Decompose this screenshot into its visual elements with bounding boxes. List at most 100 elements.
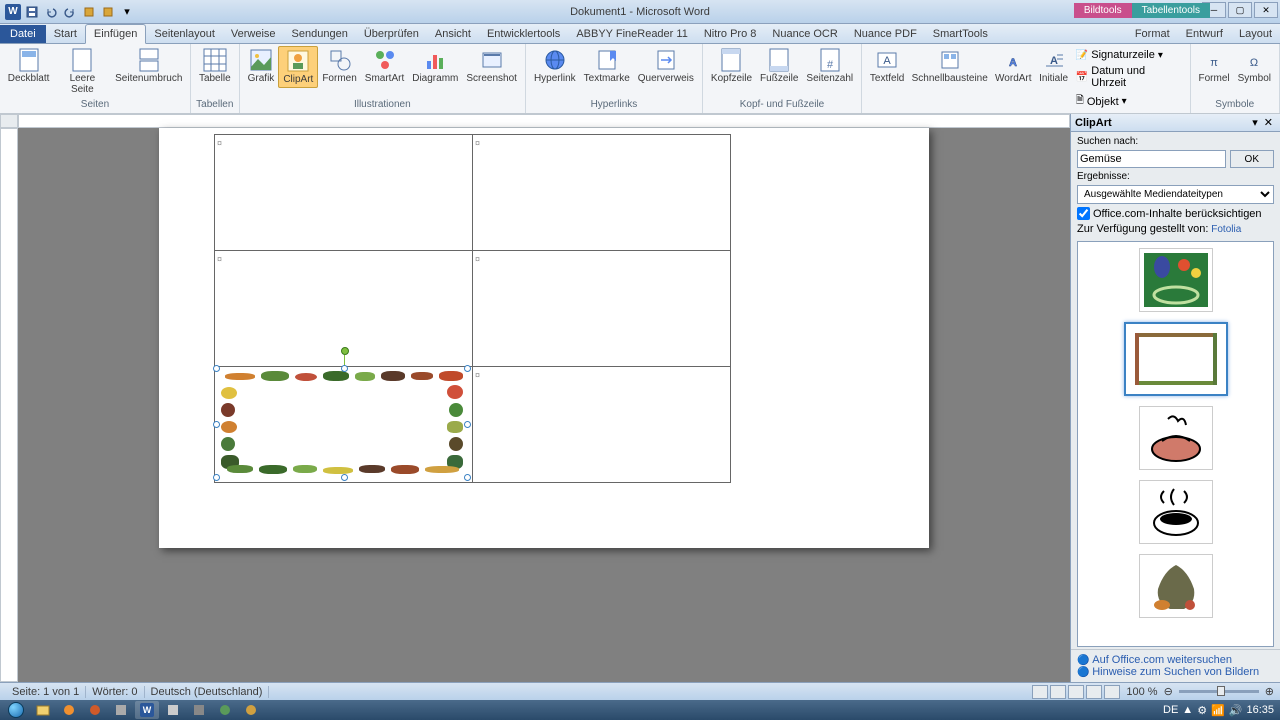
tab-ueberpruefen[interactable]: Überprüfen [356,25,427,43]
pagebreak-button[interactable]: Seitenumbruch [112,46,186,86]
pagenum-button[interactable]: #Seitenzahl [802,46,857,86]
task-app5-icon[interactable] [187,701,211,719]
include-office-checkbox[interactable]: Office.com-Inhalte berücksichtigen [1077,207,1274,220]
status-lang[interactable]: Deutsch (Deutschland) [145,686,270,698]
object-button[interactable]: 🗎 Objekt ▾ [1074,92,1184,111]
pane-close-icon[interactable]: ✕ [1261,116,1276,129]
horizontal-ruler[interactable] [18,114,1070,128]
tab-nitro[interactable]: Nitro Pro 8 [696,25,765,43]
picture-button[interactable]: Grafik [244,46,279,86]
signature-line-button[interactable]: 📝 Signaturzeile ▾ [1074,48,1184,62]
resize-handle[interactable] [213,474,220,481]
clipart-search-input[interactable] [1077,150,1226,168]
header-button[interactable]: Kopfzeile [707,46,756,86]
tray-lang[interactable]: DE [1163,704,1178,716]
view-printlayout-button[interactable] [1032,685,1048,699]
rotate-handle-icon[interactable] [341,347,349,355]
app-icon[interactable]: W [4,3,22,21]
tab-nuance-pdf[interactable]: Nuance PDF [846,25,925,43]
maximize-button[interactable]: ▢ [1228,2,1252,18]
tab-ansicht[interactable]: Ansicht [427,25,479,43]
tab-layout[interactable]: Layout [1231,25,1280,43]
resize-handle[interactable] [341,474,348,481]
tab-abbyy[interactable]: ABBYY FineReader 11 [568,25,696,43]
tray-time[interactable]: 16:35 [1246,704,1274,716]
tray-icon1[interactable]: ⚙ [1197,704,1207,717]
textbox-button[interactable]: ATextfeld [866,46,908,86]
view-draft-button[interactable] [1104,685,1120,699]
screenshot-button[interactable]: Screenshot [462,46,521,86]
quickparts-button[interactable]: Schnellbausteine [908,46,991,86]
document-area[interactable]: ¤¤ ¤¤ [18,114,1070,682]
qa-extra1-icon[interactable] [80,3,98,21]
zoom-slider[interactable] [1179,690,1259,693]
tab-format[interactable]: Format [1127,25,1178,43]
task-app7-icon[interactable] [239,701,263,719]
clipart-ok-button[interactable]: OK [1230,150,1274,168]
wordart-button[interactable]: AWordArt [991,46,1035,86]
file-tab[interactable]: Datei [0,25,46,43]
equation-button[interactable]: πFormel [1195,46,1234,86]
resize-handle[interactable] [341,365,348,372]
redo-icon[interactable] [61,3,79,21]
clipart-result-1[interactable] [1139,248,1213,312]
resize-handle[interactable] [213,365,220,372]
crossref-button[interactable]: Querverweis [634,46,698,86]
symbol-button[interactable]: ΩSymbol [1234,46,1275,86]
view-fullscreen-button[interactable] [1050,685,1066,699]
shapes-button[interactable]: Formen [318,46,360,86]
tab-smarttools[interactable]: SmartTools [925,25,996,43]
tab-verweise[interactable]: Verweise [223,25,284,43]
zoom-in-button[interactable]: ⊕ [1265,685,1274,698]
clipart-result-2-selected[interactable] [1124,322,1228,396]
mediatype-select[interactable]: Ausgewählte Mediendateitypen [1077,185,1274,204]
view-web-button[interactable] [1068,685,1084,699]
datetime-button[interactable]: 📅 Datum und Uhrzeit [1074,64,1184,90]
view-outline-button[interactable] [1086,685,1102,699]
save-icon[interactable] [23,3,41,21]
tab-seitenlayout[interactable]: Seitenlayout [146,25,223,43]
task-app2-icon[interactable] [83,701,107,719]
bookmark-button[interactable]: Textmarke [580,46,634,86]
clipart-results[interactable] [1077,241,1274,647]
tray-flag-icon[interactable]: ▲ [1182,704,1193,716]
fotolia-link[interactable]: Fotolia [1211,224,1241,235]
resize-handle[interactable] [213,421,220,428]
task-explorer-icon[interactable] [31,701,55,719]
resize-handle[interactable] [464,421,471,428]
task-word-icon[interactable]: W [135,701,159,719]
clipart-result-4[interactable] [1139,480,1213,544]
blankpage-button[interactable]: Leere Seite [53,46,111,97]
qa-extra2-icon[interactable] [99,3,117,21]
start-button[interactable] [2,700,30,720]
status-page[interactable]: Seite: 1 von 1 [6,686,86,698]
tab-entwurf[interactable]: Entwurf [1178,25,1231,43]
pane-dropdown-icon[interactable]: ▾ [1249,116,1261,129]
task-app6-icon[interactable] [213,701,237,719]
zoom-label[interactable]: 100 % [1126,686,1157,698]
qa-more-icon[interactable]: ▾ [118,3,136,21]
task-app4-icon[interactable] [161,701,185,719]
tray-volume-icon[interactable]: 🔊 [1229,704,1243,717]
footer-button[interactable]: Fußzeile [756,46,802,86]
dropcap-button[interactable]: AInitiale [1035,46,1072,86]
clipart-button[interactable]: ClipArt [278,46,318,88]
tab-entwickler[interactable]: Entwicklertools [479,25,568,43]
status-words[interactable]: Wörter: 0 [86,686,144,698]
task-app-icon[interactable] [57,701,81,719]
undo-icon[interactable] [42,3,60,21]
office-com-link[interactable]: 🔵 Auf Office.com weitersuchen [1077,654,1274,666]
tab-start[interactable]: Start [46,25,85,43]
zoom-out-button[interactable]: ⊖ [1164,685,1173,698]
clipart-result-5[interactable] [1139,554,1213,618]
selected-clipart-image[interactable] [215,367,469,479]
vertical-ruler[interactable] [0,128,18,682]
tab-einfuegen[interactable]: Einfügen [85,24,146,44]
hyperlink-button[interactable]: Hyperlink [530,46,580,86]
page[interactable]: ¤¤ ¤¤ [159,128,929,548]
resize-handle[interactable] [464,474,471,481]
document-table[interactable]: ¤¤ ¤¤ [214,134,731,483]
coverpage-button[interactable]: Deckblatt [4,46,53,86]
clipart-result-3[interactable] [1139,406,1213,470]
search-hints-link[interactable]: 🔵 Hinweise zum Suchen von Bildern [1077,666,1274,678]
